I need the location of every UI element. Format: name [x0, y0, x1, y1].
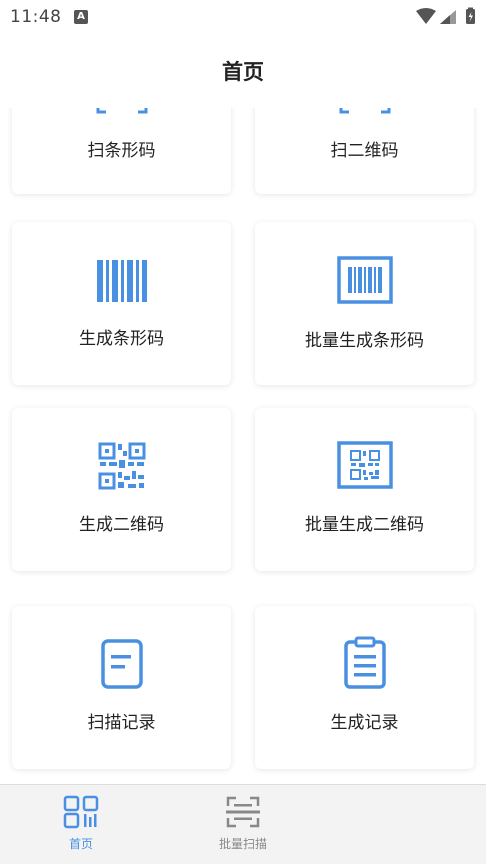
feature-grid[interactable]: 扫条形码 扫二维码 生成条形码 批量生成条形码 生成二维码 批量生成二维码 扫描…	[0, 108, 486, 784]
page-title: 首页	[222, 60, 264, 84]
tab-home[interactable]: 首页	[0, 785, 162, 864]
status-time: 11:48	[10, 7, 62, 27]
barcode-icon	[96, 260, 147, 302]
document-icon	[100, 639, 143, 689]
tab-batch-scan-label: 批量扫描	[218, 837, 267, 851]
qrcode-grid-icon	[63, 795, 99, 829]
framed-qrcode-icon	[336, 441, 393, 489]
app-header: 首页	[0, 34, 486, 108]
batch-generate-barcode-card[interactable]: 批量生成条形码	[255, 222, 474, 385]
card-label: 批量生成条形码	[305, 331, 424, 351]
scan-history-card[interactable]: 扫描记录	[12, 606, 231, 769]
status-indicator-icon: A	[74, 10, 88, 24]
card-label: 扫描记录	[87, 713, 156, 733]
status-icons	[414, 6, 478, 32]
tab-batch-scan[interactable]: 批量扫描	[162, 785, 324, 864]
card-label: 扫二维码	[330, 141, 399, 161]
card-label: 批量生成二维码	[305, 515, 424, 535]
card-label: 生成记录	[330, 713, 399, 733]
generate-history-card[interactable]: 生成记录	[255, 606, 474, 769]
scan-frame-icon	[339, 108, 390, 114]
card-label: 生成条形码	[79, 329, 164, 349]
qrcode-icon	[98, 442, 145, 490]
bottom-tab-bar: 首页 批量扫描	[0, 784, 486, 864]
card-label: 生成二维码	[79, 515, 164, 535]
batch-generate-qrcode-card[interactable]: 批量生成二维码	[255, 408, 474, 571]
wifi-signal-battery-icon	[416, 7, 475, 24]
clipboard-icon	[343, 636, 386, 689]
batch-scan-icon	[226, 796, 260, 828]
generate-qrcode-card[interactable]: 生成二维码	[12, 408, 231, 571]
scan-barcode-card[interactable]: 扫条形码	[12, 108, 231, 194]
framed-barcode-icon	[336, 256, 393, 304]
tab-home-label: 首页	[68, 837, 93, 851]
card-label: 扫条形码	[87, 141, 156, 161]
status-bar: 11:48 A	[0, 0, 486, 34]
scan-frame-icon	[96, 108, 147, 114]
generate-barcode-card[interactable]: 生成条形码	[12, 222, 231, 385]
scan-qrcode-card[interactable]: 扫二维码	[255, 108, 474, 194]
